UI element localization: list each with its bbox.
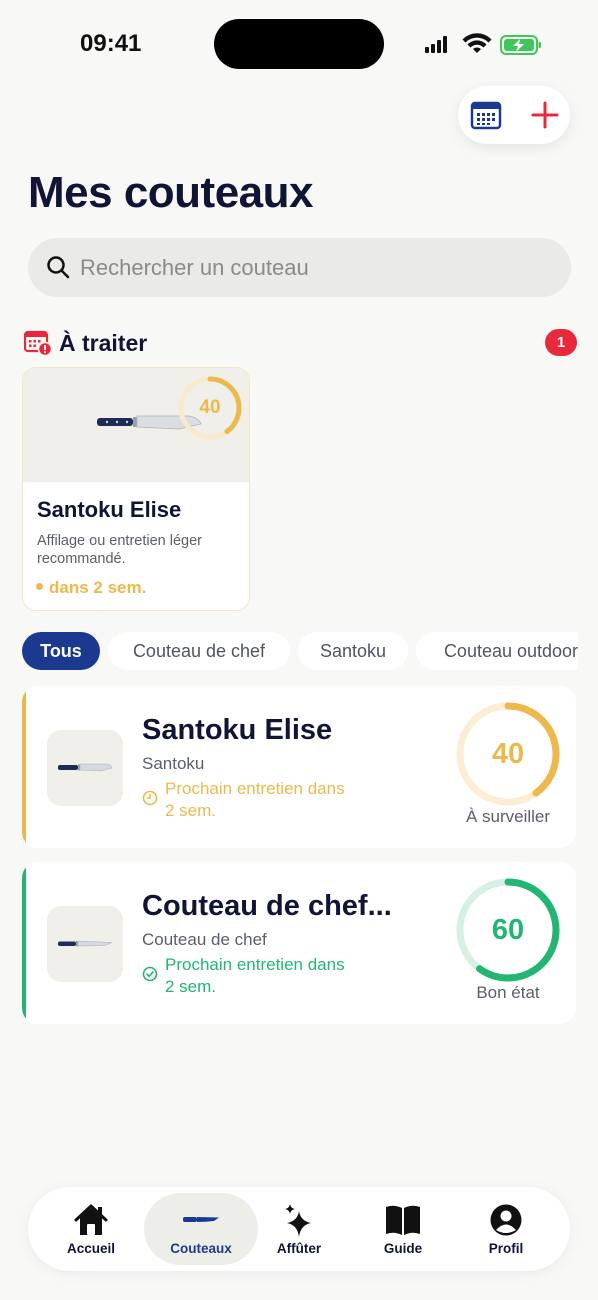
tab-accueil[interactable]: Accueil [39,1187,143,1271]
todo-knife-card[interactable]: 40 Santoku Elise Affilage ou entretien l… [22,367,250,611]
calendar-icon [470,101,502,130]
tab-couteaux[interactable]: Couteaux [138,1187,264,1271]
knife-thumbnail [47,730,123,806]
battery-charging-icon [500,35,541,55]
knife-type: Couteau de chef [142,930,267,949]
filter-chip-santoku[interactable]: Santoku [298,632,408,670]
tab-label: Couteaux [170,1241,232,1256]
knife-name: Santoku Elise [37,497,182,522]
signal-icon [425,36,447,53]
tab-guide[interactable]: Guide [351,1187,455,1271]
due-text: dans 2 sem. [49,578,147,597]
score-value: 60 [491,914,525,946]
todo-section-title: À traiter [59,330,148,356]
calendar-button[interactable] [470,99,502,131]
santoku-knife-image [58,763,113,772]
book-icon [386,1205,420,1235]
score-value: 40 [491,738,525,770]
next-maintenance: Prochain entretien dans 2 sem. [165,778,395,822]
tab-label: Profil [488,1241,524,1256]
filter-chip-couteau-outdoor[interactable]: Couteau outdoor [416,632,578,670]
knife-icon [183,1217,219,1222]
plus-icon [531,101,559,129]
bottom-tab-bar: Accueil Couteaux Affûter Guide Profil [28,1187,570,1271]
knife-thumbnail [47,906,123,982]
search-bar[interactable] [28,238,571,297]
calendar-alert-icon [24,330,52,356]
filter-chip-couteau-de-chef[interactable]: Couteau de chef [108,632,290,670]
status-time: 09:41 [80,30,142,57]
status-label: À surveiller [465,807,551,826]
next-maintenance: Prochain entretien dans 2 sem. [165,954,395,998]
tab-label: Affûter [276,1241,322,1256]
home-icon [74,1204,108,1235]
status-bar-accent [22,862,26,1024]
status-icons [423,33,545,62]
next-maintenance-line1: Prochain entretien dans [165,955,345,974]
tab-label: Accueil [66,1241,116,1256]
page-title: Mes couteaux [28,168,313,217]
profile-icon [490,1204,522,1236]
check-circle-icon [142,966,158,982]
next-maintenance-line2: 2 sem. [165,977,217,996]
due-label: dans 2 sem. [36,578,146,598]
todo-section-header: À traiter 1 [24,328,577,358]
add-knife-button[interactable] [530,100,560,130]
status-bar: 09:41 [0,0,598,90]
knife-name: Couteau de chef... [142,890,392,922]
todo-count-badge: 1 [545,329,577,356]
search-input[interactable] [80,238,550,297]
tab-profil[interactable]: Profil [454,1187,558,1271]
filter-chip-tous[interactable]: Tous [22,632,100,670]
sparkle-icon [285,1204,311,1237]
status-label: Bon état [476,983,540,1002]
score-value: 40 [199,397,221,418]
dynamic-island [214,19,384,69]
wifi-icon [462,33,492,53]
next-maintenance-line1: Prochain entretien dans [165,779,345,798]
maintenance-description: Affilage ou entretien léger recommandé. [37,533,202,567]
search-icon [47,256,70,279]
filter-chips: Tous Couteau de chef Santoku Couteau out… [22,632,578,670]
knife-card[interactable]: Couteau de chef... Couteau de chef Proch… [22,862,576,1024]
header-actions [458,86,570,144]
status-bar-accent [22,686,26,848]
clock-icon [142,790,158,806]
knife-type: Santoku [142,754,205,773]
chef-knife-image [58,940,113,947]
tab-affuter[interactable]: Affûter [247,1187,351,1271]
tab-label: Guide [383,1241,423,1256]
due-dot [36,583,43,591]
knife-card[interactable]: Santoku Elise Santoku Prochain entretien… [22,686,576,848]
knife-name: Santoku Elise [142,714,333,746]
next-maintenance-line2: 2 sem. [165,801,217,820]
